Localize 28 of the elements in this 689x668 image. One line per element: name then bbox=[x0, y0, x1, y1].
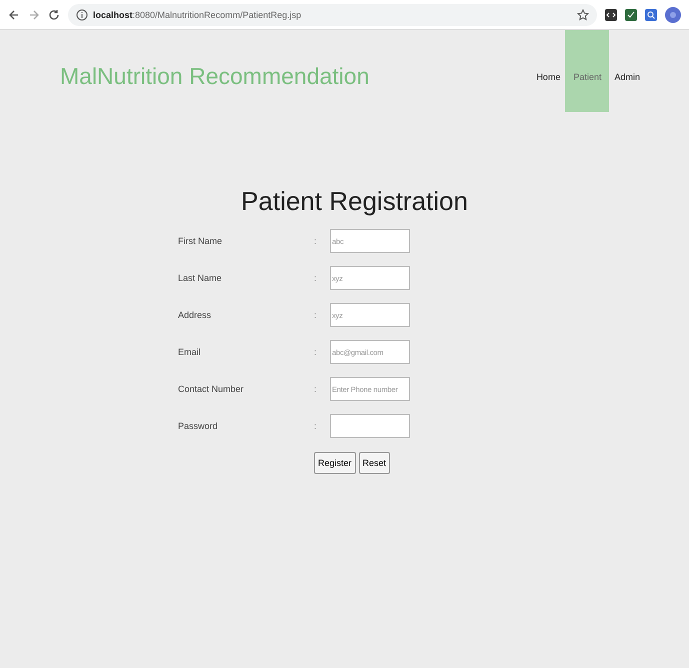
field-label: Address bbox=[178, 310, 212, 320]
reload-icon[interactable] bbox=[48, 8, 60, 20]
separator-colon: : bbox=[314, 384, 318, 394]
separator-colon: : bbox=[314, 310, 318, 320]
separator-colon: : bbox=[314, 347, 318, 357]
field-label: Contact Number bbox=[178, 384, 245, 394]
input-field[interactable] bbox=[330, 414, 410, 438]
reset-button[interactable]: Reset bbox=[358, 452, 390, 474]
back-icon[interactable] bbox=[8, 8, 20, 20]
nav-link[interactable]: Home bbox=[531, 30, 566, 112]
info-icon[interactable] bbox=[76, 8, 88, 20]
separator-colon: : bbox=[314, 236, 318, 246]
separator-colon: : bbox=[314, 421, 318, 431]
avatar-icon[interactable] bbox=[665, 6, 681, 22]
nav-link[interactable]: Patient bbox=[565, 30, 610, 112]
field-label: Password bbox=[178, 421, 219, 431]
page-heading: Patient Registration bbox=[240, 186, 469, 217]
extension-icon[interactable] bbox=[625, 8, 637, 20]
field-label: Last Name bbox=[178, 273, 223, 283]
extension-icon[interactable] bbox=[605, 8, 617, 20]
field-label: First Name bbox=[178, 236, 224, 246]
address-bar-url[interactable]: localhost:8080/MalnutritionRecomm/PatientReg.jsp bbox=[93, 10, 302, 20]
nav-link[interactable]: Admin bbox=[609, 30, 645, 112]
star-icon[interactable] bbox=[577, 8, 589, 20]
field-label: Email bbox=[178, 347, 202, 357]
register-button[interactable]: Register bbox=[314, 452, 356, 474]
separator-colon: : bbox=[314, 273, 318, 283]
site-title: MalNutrition Recommendation bbox=[60, 63, 370, 90]
